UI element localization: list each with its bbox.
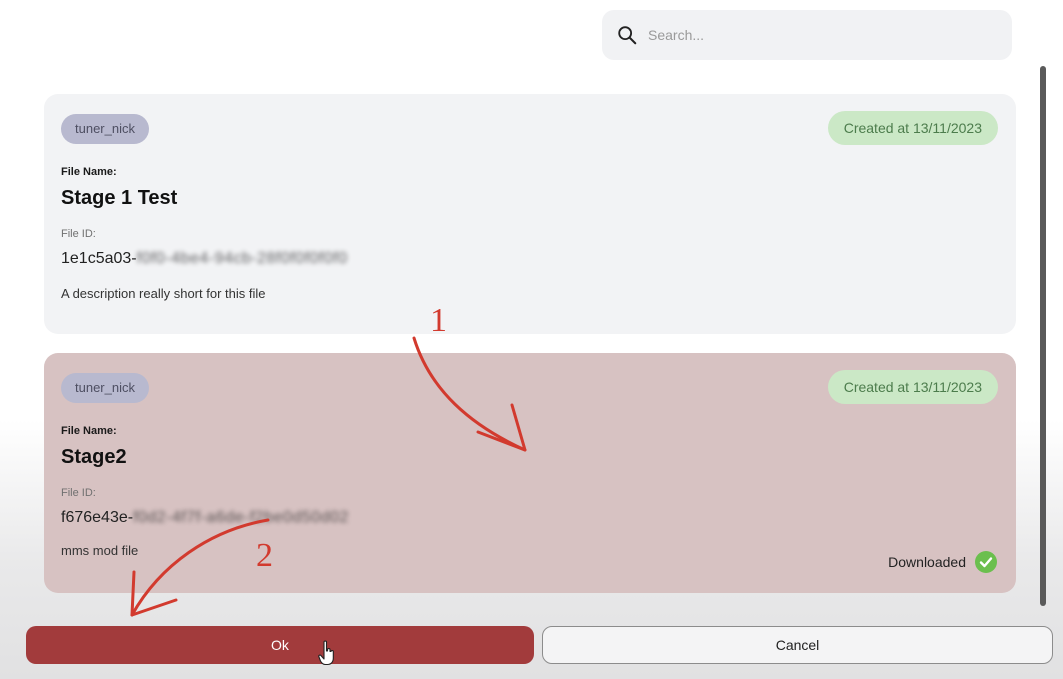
- file-id-label: File ID:: [61, 228, 96, 240]
- search-bar[interactable]: [602, 10, 1012, 60]
- file-id: f676e43e-f0d2-4f7f-a6de-f2be0d50d02: [61, 509, 349, 527]
- created-date-badge: Created at 13/11/2023: [827, 111, 998, 145]
- file-name-label: File Name:: [61, 166, 117, 178]
- file-card[interactable]: tuner_nick Created at 13/11/2023 File Na…: [44, 94, 1016, 334]
- file-description: mms mod file: [61, 543, 139, 558]
- scrollbar[interactable]: [1040, 66, 1046, 606]
- cancel-button[interactable]: Cancel: [542, 626, 1053, 664]
- hand-cursor-icon: [318, 640, 334, 666]
- file-id-prefix: 1e1c5a03-: [61, 250, 137, 267]
- downloaded-status: Downloaded: [888, 550, 998, 574]
- ok-button[interactable]: Ok: [26, 626, 534, 664]
- search-icon: [618, 26, 637, 45]
- file-id-redacted: f0d2-4f7f-a6de-f2be0d50d02: [133, 509, 349, 526]
- file-id: 1e1c5a03-f0f0-4be4-94cb-28f0f0f0f0f0: [61, 250, 348, 268]
- annotation-step-2: 2: [256, 537, 273, 574]
- owner-badge: tuner_nick: [61, 373, 149, 403]
- file-name: Stage2: [61, 446, 127, 468]
- file-id-label: File ID:: [61, 487, 96, 499]
- owner-badge: tuner_nick: [61, 114, 149, 144]
- checkmark-circle-icon: [975, 551, 997, 573]
- created-date-badge: Created at 13/11/2023: [827, 370, 998, 404]
- file-description: A description really short for this file: [61, 286, 266, 301]
- annotation-step-1: 1: [430, 302, 447, 339]
- file-id-prefix: f676e43e-: [61, 509, 134, 526]
- downloaded-label: Downloaded: [888, 554, 966, 570]
- scrollbar-thumb[interactable]: [1040, 66, 1046, 606]
- file-id-redacted: f0f0-4be4-94cb-28f0f0f0f0f0: [136, 250, 348, 267]
- file-name: Stage 1 Test: [61, 187, 178, 209]
- file-name-label: File Name:: [61, 425, 117, 437]
- search-input[interactable]: [646, 26, 980, 44]
- file-card-selected[interactable]: tuner_nick Created at 13/11/2023 File Na…: [44, 353, 1016, 593]
